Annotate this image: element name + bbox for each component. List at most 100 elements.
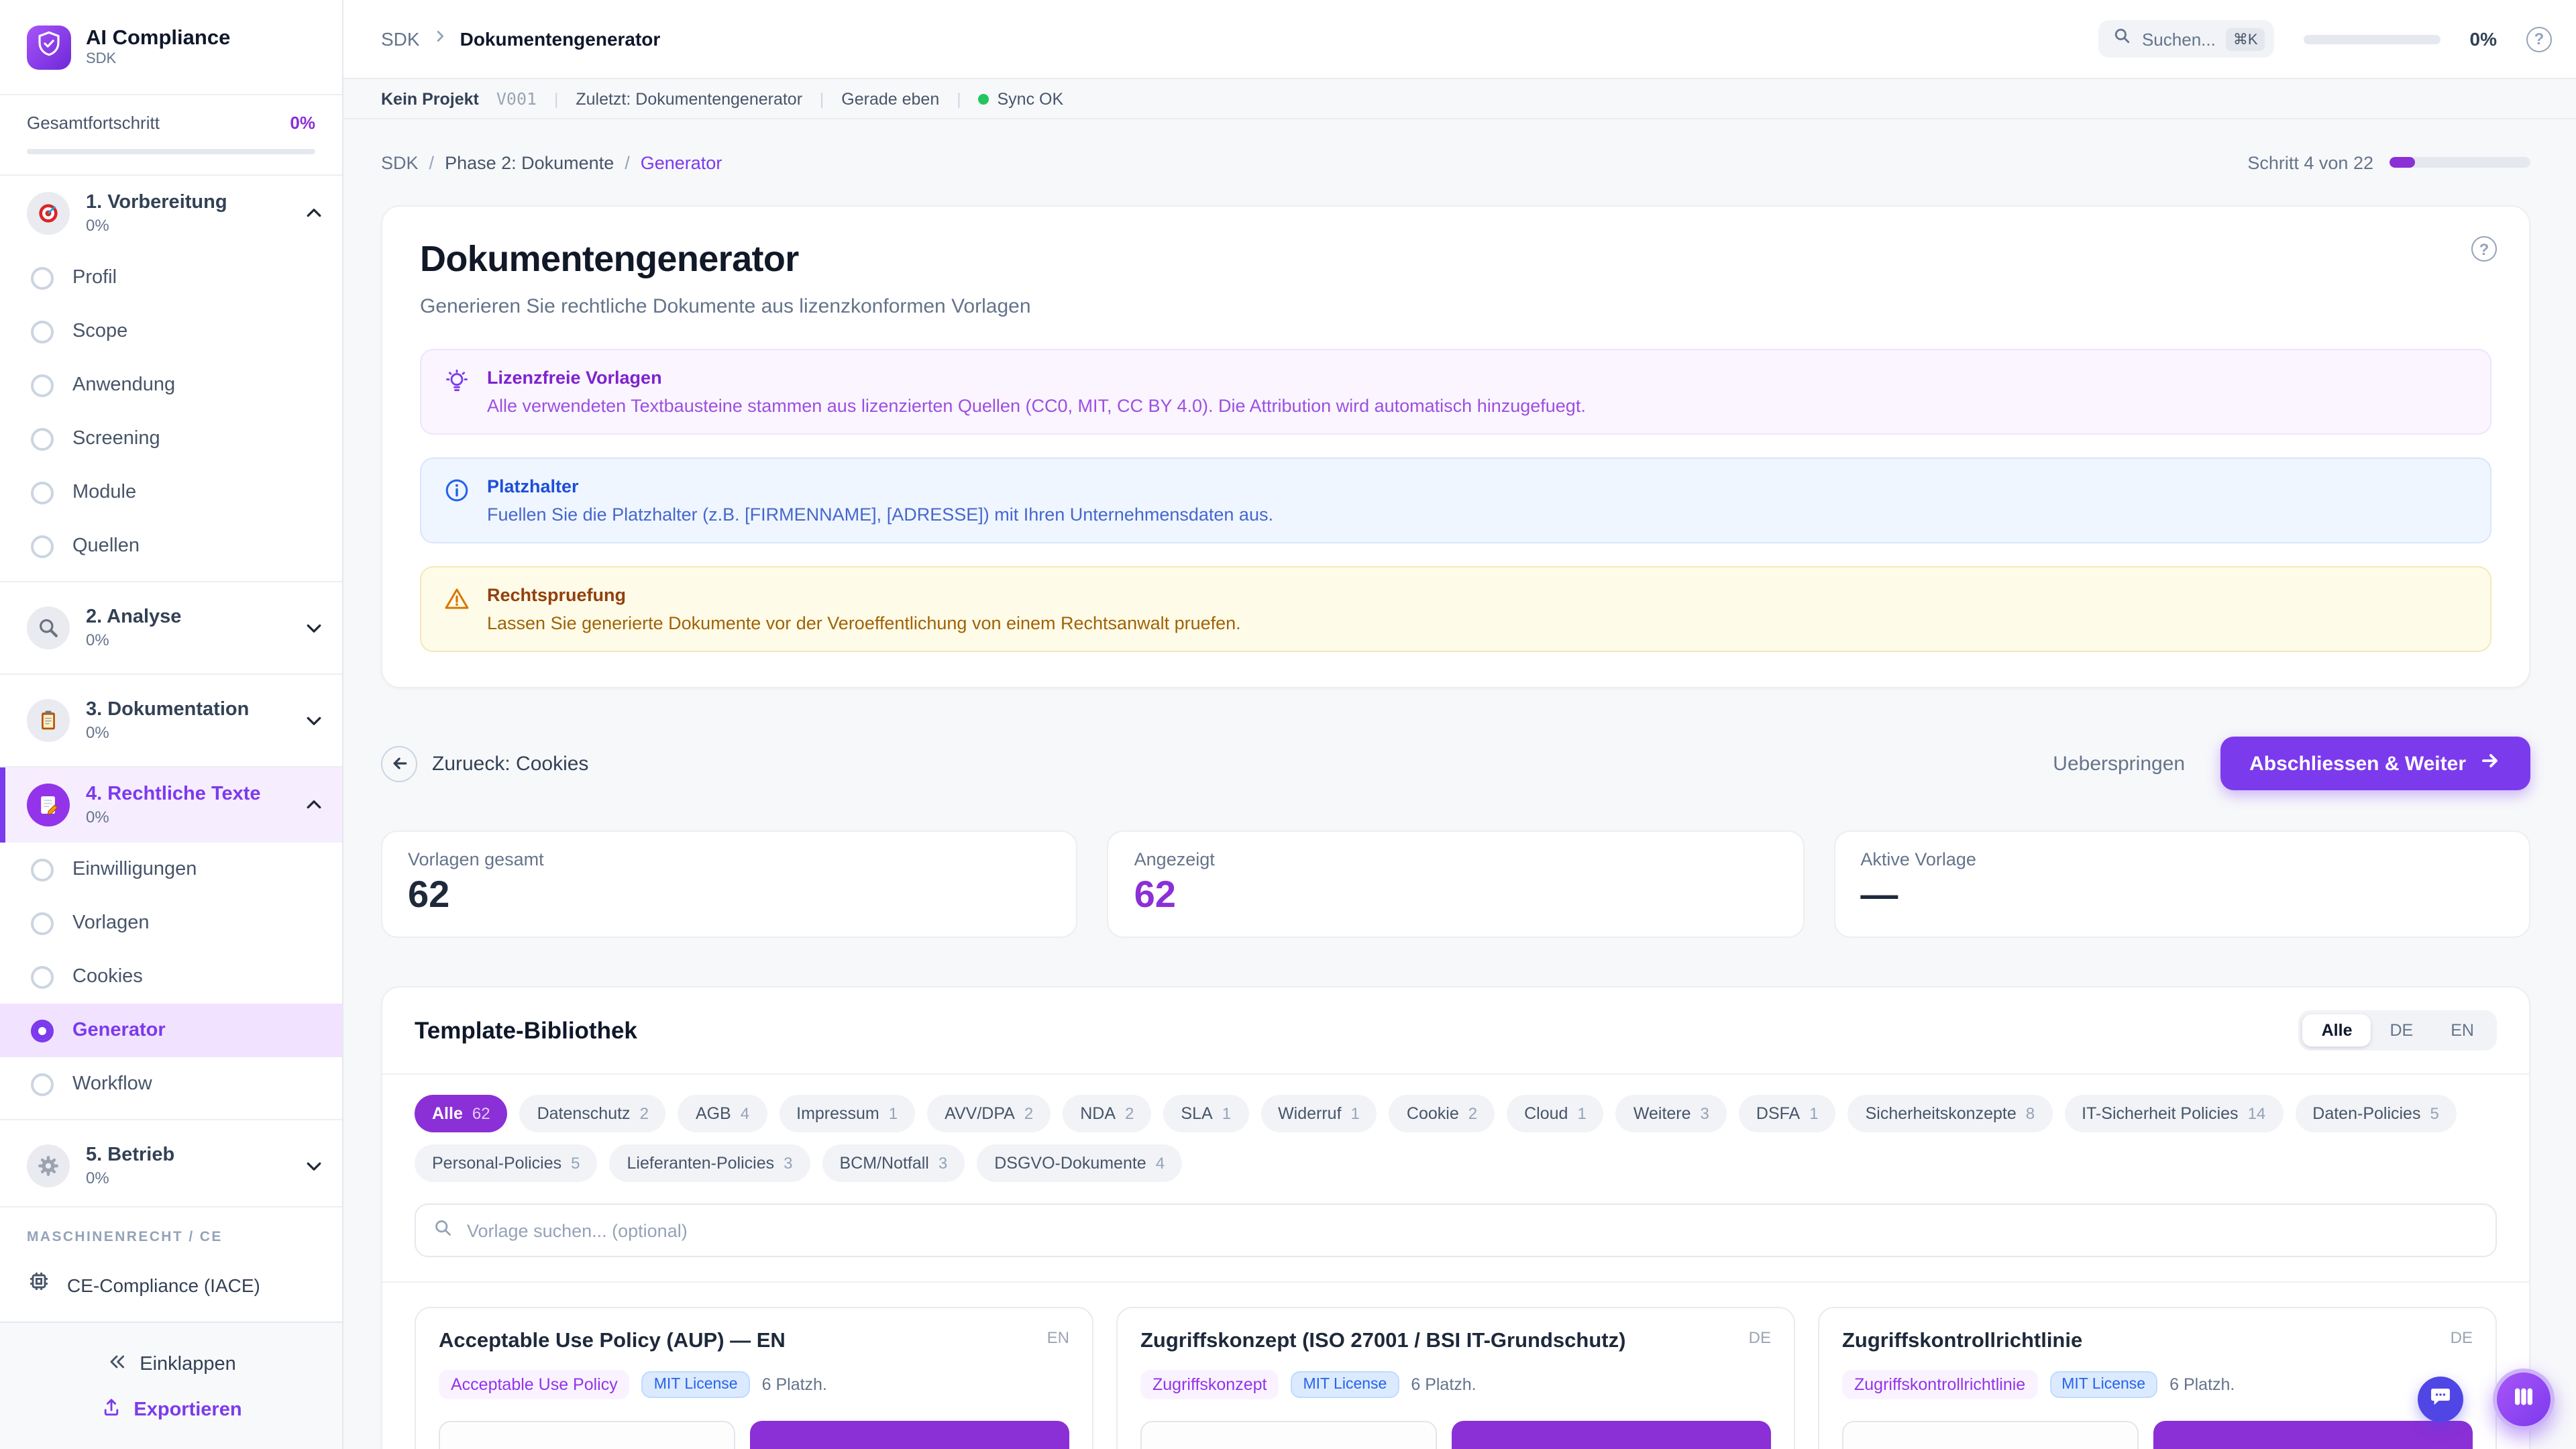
sidebar-footer: Einklappen Exportieren [0, 1322, 342, 1449]
section-percent: 0% [86, 723, 288, 742]
machine-law-group-label: MASCHINENRECHT / CE [27, 1229, 315, 1245]
section-percent: 0% [86, 216, 288, 235]
template-card-zugriffskonzept-iso-27001-bsi-it-grundschutz[interactable]: Zugriffskonzept (ISO 27001 / BSI IT-Grun… [1116, 1307, 1795, 1449]
sidebar-item-screening[interactable]: Screening [0, 412, 342, 466]
template-preview-button[interactable] [1842, 1421, 2139, 1449]
chevron-down-icon [305, 1157, 323, 1175]
breadcrumb-section[interactable]: SDK [381, 28, 420, 50]
sidebar-item-cookies[interactable]: Cookies [0, 950, 342, 1004]
filter-chip-dsgvo-dokumente[interactable]: DSGVO-Dokumente4 [977, 1144, 1182, 1182]
filter-chip-sicherheitskonzepte[interactable]: Sicherheitskonzepte8 [1848, 1095, 2053, 1132]
category-filter-chips: Alle62 Datenschutz 2 AGB4 Impressum1 AVV/DPA2… [382, 1075, 2529, 1182]
sidebar-item-anwendung[interactable]: Anwendung [0, 358, 342, 412]
language-toggle: AlleDEEN [2299, 1010, 2497, 1051]
filter-chip-label: Datenschutz [537, 1104, 631, 1123]
sidebar-item-label: Profil [72, 267, 117, 288]
filter-chip-alle[interactable]: Alle62 [415, 1095, 508, 1132]
template-card-header: ZugriffskontrollrichtlinieDE [1842, 1328, 2473, 1354]
filter-chip-daten-policies[interactable]: Daten-Policies5 [2295, 1095, 2457, 1132]
template-tags: ZugriffskontrollrichtlinieMIT License6 P… [1842, 1371, 2473, 1400]
sidebar-section-header-2-analyse[interactable]: 2. Analyse0% [0, 582, 342, 674]
sidebar-section-header-4-rechtliche-texte[interactable]: 4. Rechtliche Texte0% [0, 767, 342, 843]
chat-fab-button[interactable] [2418, 1377, 2463, 1422]
skip-button[interactable]: Ueberspringen [2053, 752, 2185, 775]
notice-text: Fuellen Sie die Platzhalter (z.B. [FIRME… [487, 504, 1273, 525]
sidebar-item-scope[interactable]: Scope [0, 305, 342, 358]
sidebar-item-quellen[interactable]: Quellen [0, 519, 342, 573]
filter-chip-widerruf[interactable]: Widerruf1 [1260, 1095, 1377, 1132]
filter-chip-count: 2 [1024, 1104, 1033, 1123]
sidebar-section-header-3-dokumentation[interactable]: 3. Dokumentation0% [0, 675, 342, 766]
filter-chip-cookie[interactable]: Cookie2 [1389, 1095, 1495, 1132]
filter-chip-label: BCM/Notfall [840, 1154, 929, 1173]
breadcrumb-sdk[interactable]: SDK [381, 152, 419, 172]
help-icon[interactable]: ? [2526, 26, 2552, 52]
lang-tab-en[interactable]: EN [2432, 1014, 2493, 1046]
global-search-button[interactable]: Suchen... ⌘K [2099, 20, 2274, 58]
sidebar-item-module[interactable]: Module [0, 466, 342, 519]
template-use-button[interactable] [2154, 1421, 2473, 1449]
back-button-label: Zurueck: Cookies [432, 752, 588, 775]
sidebar-item-vorlagen[interactable]: Vorlagen [0, 896, 342, 950]
back-button[interactable]: Zurueck: Cookies [381, 745, 588, 782]
lang-tab-alle[interactable]: Alle [2303, 1014, 2371, 1046]
template-use-button[interactable] [751, 1421, 1069, 1449]
template-preview-button[interactable] [439, 1421, 736, 1449]
filter-chip-cloud[interactable]: Cloud1 [1507, 1095, 1604, 1132]
page-help-icon[interactable]: ? [2471, 236, 2497, 262]
panel-fab-button[interactable] [2493, 1368, 2555, 1430]
filter-chip-personal-policies[interactable]: Personal-Policies5 [415, 1144, 598, 1182]
template-language-badge: DE [1749, 1328, 1771, 1347]
section-percent: 0% [86, 631, 288, 649]
section-label: 5. Betrieb [86, 1144, 288, 1166]
shield-check-icon [35, 30, 63, 64]
filter-chip-count: 2 [640, 1104, 649, 1123]
sidebar-item-einwilligungen[interactable]: Einwilligungen [0, 843, 342, 896]
filter-chip-dsfa[interactable]: DSFA1 [1739, 1095, 1836, 1132]
filter-chip-agb[interactable]: AGB4 [678, 1095, 767, 1132]
filter-chip-bcm-notfall[interactable]: BCM/Notfall3 [822, 1144, 965, 1182]
filter-chip-lieferanten-policies[interactable]: Lieferanten-Policies3 [610, 1144, 810, 1182]
section-label: 4. Rechtliche Texte [86, 784, 288, 805]
export-button[interactable]: Exportieren [0, 1387, 342, 1433]
sidebar-item-workflow[interactable]: Workflow [0, 1057, 342, 1111]
filter-chip-avv-dpa[interactable]: AVV/DPA2 [927, 1095, 1051, 1132]
breadcrumb-phase[interactable]: Phase 2: Dokumente [445, 152, 614, 172]
filter-chip-count: 2 [1468, 1104, 1477, 1123]
lang-tab-de[interactable]: DE [2371, 1014, 2432, 1046]
sidebar-section-3-dokumentation: 3. Dokumentation0% [0, 674, 342, 766]
template-card-acceptable-use-policy-aup-en[interactable]: Acceptable Use Policy (AUP) — ENENAccept… [415, 1307, 1093, 1449]
complete-and-continue-button[interactable]: Abschliessen & Weiter [2220, 737, 2530, 790]
filter-chip-weitere[interactable]: Weitere3 [1616, 1095, 1727, 1132]
filter-chip-count: 1 [1577, 1104, 1586, 1123]
template-card-zugriffskontrollrichtlinie[interactable]: ZugriffskontrollrichtlinieDE Zugriffskont… [1818, 1307, 2497, 1449]
statusbar: Kein Projekt V001 | Zuletzt: Dokumenteng… [343, 79, 2576, 119]
sidebar-item-label: Quellen [72, 535, 140, 557]
radio-icon [31, 1073, 54, 1095]
sidebar-section-header-1-vorbereitung[interactable]: 1. Vorbereitung0% [0, 176, 342, 251]
separator: | [957, 89, 961, 108]
collapse-sidebar-button[interactable]: Einklappen [0, 1342, 342, 1387]
template-preview-button[interactable] [1140, 1421, 1438, 1449]
template-search-input[interactable] [464, 1219, 2478, 1242]
step-progress-bar [2390, 157, 2530, 168]
step-indicator: Schritt 4 von 22 [2247, 152, 2530, 172]
template-use-button[interactable] [1452, 1421, 1771, 1449]
filter-chip-datenschutz[interactable]: Datenschutz 2 [520, 1095, 666, 1132]
filter-chip-sla[interactable]: SLA1 [1163, 1095, 1248, 1132]
sidebar-item-generator[interactable]: Generator [0, 1004, 342, 1057]
stat-card-angezeigt: Angezeigt62 [1108, 830, 1805, 938]
filter-chip-it-sicherheit-policies[interactable]: IT-Sicherheit Policies14 [2064, 1095, 2283, 1132]
sidebar-item-ce-compliance[interactable]: CE-Compliance (IACE) [0, 1253, 342, 1322]
filter-chip-nda[interactable]: NDA2 [1063, 1095, 1151, 1132]
radio-icon [31, 320, 54, 343]
notice-title: Platzhalter [487, 476, 1273, 496]
template-card-header: Acceptable Use Policy (AUP) — ENEN [439, 1328, 1069, 1354]
template-category-tag: Zugriffskontrollrichtlinie [1842, 1371, 2037, 1400]
sidebar-item-profil[interactable]: Profil [0, 251, 342, 305]
sidebar-section-header-5-betrieb[interactable]: 5. Betrieb0% [0, 1120, 342, 1206]
separator: | [820, 89, 824, 108]
filter-chip-impressum[interactable]: Impressum1 [779, 1095, 915, 1132]
app-subtitle: SDK [86, 52, 230, 68]
stat-card-vorlagen-gesamt: Vorlagen gesamt62 [381, 830, 1078, 938]
